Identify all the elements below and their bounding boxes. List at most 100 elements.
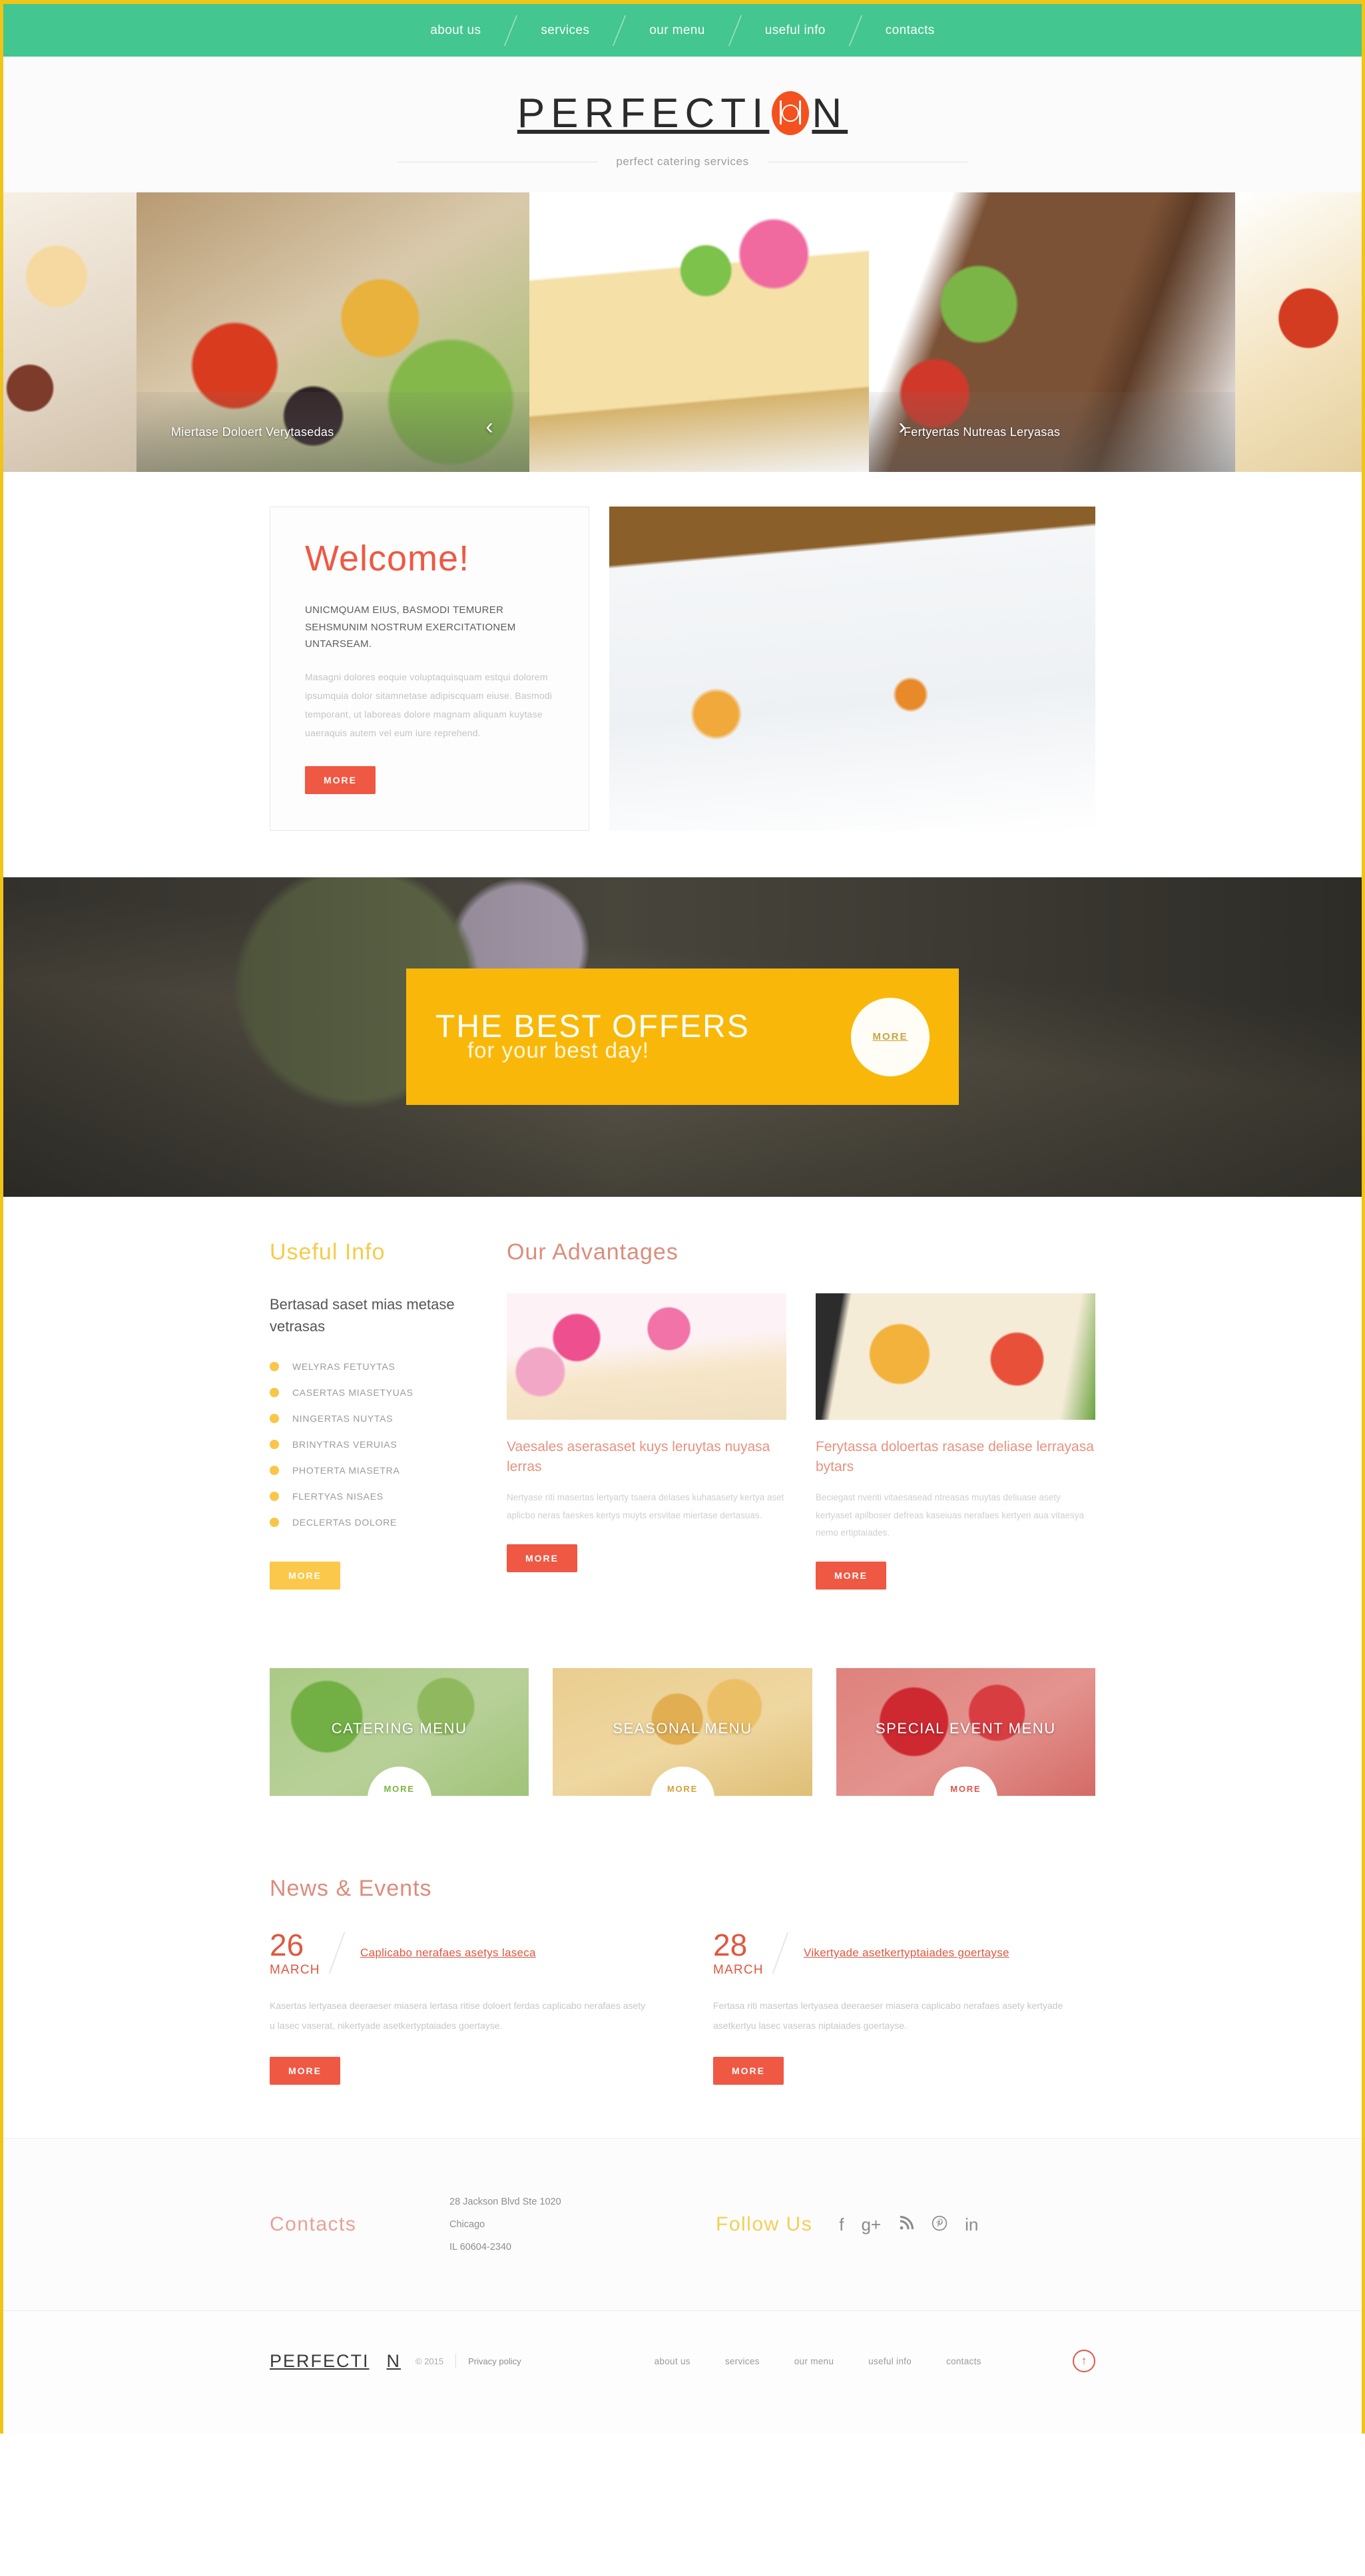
- tile-label: SEASONAL MENU: [613, 1720, 752, 1737]
- list-item-label: FLERTYAS NISAES: [292, 1490, 384, 1502]
- list-item[interactable]: BRINYTRAS VERUIAS: [270, 1439, 469, 1450]
- news-day: 26: [270, 1928, 304, 1963]
- footer-logo-text-after: N: [386, 2350, 402, 2371]
- advantage-title: Ferytassa doloertas rasase deliase lerra…: [816, 1438, 1094, 1474]
- facebook-icon[interactable]: f: [839, 2216, 844, 2233]
- octopus-dish-photo: [3, 192, 136, 472]
- news-more-button[interactable]: MORE: [713, 2057, 784, 2085]
- useful-info-subheading: Bertasad saset mias metase vetrasas: [270, 1295, 455, 1335]
- menu-tile-catering[interactable]: CATERING MENU MORE: [270, 1668, 529, 1797]
- useful-info-column: Useful Info Bertasad saset mias metase v…: [270, 1239, 469, 1590]
- pasta-photo: [1235, 192, 1362, 472]
- offers-callout: THE BEST OFFERS for your best day! MORE: [406, 968, 959, 1105]
- banquet-table-photo: [609, 507, 1095, 831]
- address-line-1: 28 Jackson Blvd Ste 1020: [449, 2197, 561, 2208]
- offers-more-button[interactable]: MORE: [851, 997, 930, 1076]
- offers-subtitle: for your best day!: [467, 1037, 649, 1062]
- pinterest-icon[interactable]: [932, 2215, 948, 2234]
- hero-slider[interactable]: Miertase Doloert Verytasedas ‹ Fertyerta…: [3, 192, 1362, 472]
- tagline-row: perfect catering services: [3, 155, 1362, 168]
- advantage-text: Beciegast nveriti vitaesasead ntreasas m…: [816, 1492, 1084, 1538]
- tile-label: CATERING MENU: [331, 1720, 467, 1737]
- list-item-label: BRINYTRAS VERUIAS: [292, 1438, 398, 1450]
- menu-tile-special-event[interactable]: SPECIAL EVENT MENU MORE: [836, 1668, 1095, 1797]
- list-item[interactable]: PHOTERTA MIASETRA: [270, 1465, 469, 1476]
- sushi-rolls-photo: [816, 1293, 1095, 1420]
- news-title[interactable]: Vikertyade asetkertyptaiades goertayse: [804, 1946, 1009, 1960]
- nav-item-services[interactable]: services: [511, 23, 619, 38]
- arrow-up-circle-icon[interactable]: ↑: [1073, 2350, 1095, 2373]
- news-events-section: News & Events 26 MARCH Caplicabo nerafae…: [270, 1796, 1095, 2138]
- bullet-dot-icon: [270, 1361, 279, 1371]
- rss-icon[interactable]: [898, 2215, 914, 2234]
- useful-info-heading: Useful Info: [270, 1239, 386, 1265]
- site-logo[interactable]: PERFECTI N: [517, 89, 848, 138]
- news-item: 28 MARCH Vikertyade asetkertyptaiades go…: [713, 1930, 1095, 2085]
- address-line-3: IL 60604-2340: [449, 2242, 511, 2253]
- footer-nav-contacts[interactable]: contacts: [946, 2356, 981, 2366]
- footer-divider: [455, 2354, 457, 2369]
- nav-item-our-menu[interactable]: our menu: [620, 23, 734, 38]
- footer-nav-about-us[interactable]: about us: [655, 2356, 690, 2366]
- cupcakes-with-flowers-photo: [507, 1293, 786, 1420]
- address-line-2: Chicago: [449, 2219, 485, 2231]
- list-item[interactable]: WELYRAS FETUYTAS: [270, 1361, 469, 1372]
- footer-logo[interactable]: PERFECTI N: [270, 2350, 401, 2372]
- news-day: 28: [713, 1928, 748, 1963]
- welcome-card: Welcome! UNICMQUAM EIUS, BASMODI TEMURER…: [270, 507, 589, 831]
- slide-caption-bar: Miertase Doloert Verytasedas: [136, 392, 529, 472]
- site-header: PERFECTI N perfect catering services: [3, 57, 1362, 192]
- bullet-dot-icon: [270, 1491, 279, 1501]
- advantages-heading: Our Advantages: [507, 1239, 679, 1265]
- footer-nav-services[interactable]: services: [725, 2356, 760, 2366]
- news-title[interactable]: Caplicabo nerafaes asetys laseca: [360, 1946, 536, 1960]
- address-block: 28 Jackson Blvd Ste 1020 Chicago IL 6060…: [449, 2191, 716, 2258]
- footer-nav-useful-info[interactable]: useful info: [868, 2356, 912, 2366]
- menu-tiles: CATERING MENU MORE SEASONAL MENU MORE SP…: [270, 1668, 1095, 1797]
- chevron-left-icon[interactable]: ‹: [476, 413, 503, 440]
- menu-tile-seasonal[interactable]: SEASONAL MENU MORE: [553, 1668, 812, 1797]
- slide-item[interactable]: [1235, 192, 1362, 472]
- logo-text-after: N: [812, 90, 848, 136]
- info-advantages-section: Useful Info Bertasad saset mias metase v…: [3, 1196, 1362, 2139]
- social-links: f g+ in: [839, 2215, 978, 2234]
- nav-item-about-us[interactable]: about us: [401, 23, 510, 38]
- google-plus-icon[interactable]: g+: [861, 2216, 881, 2233]
- advantage-more-button[interactable]: MORE: [507, 1544, 577, 1572]
- plate-fork-knife-icon: [770, 89, 810, 138]
- bullet-dot-icon: [270, 1517, 279, 1527]
- news-heading: News & Events: [270, 1876, 432, 1902]
- news-month: MARCH: [270, 1963, 320, 1978]
- linkedin-icon[interactable]: in: [965, 2216, 978, 2233]
- copyright-text: © 2015: [415, 2356, 444, 2366]
- news-more-button[interactable]: MORE: [270, 2057, 340, 2085]
- advantage-card: Vaesales aserasaset kuys leruytas nuyasa…: [507, 1293, 786, 1590]
- logo-text-before: PERFECTI: [517, 90, 770, 136]
- news-month: MARCH: [713, 1963, 764, 1978]
- useful-info-more-button[interactable]: MORE: [270, 1561, 340, 1590]
- privacy-policy-link[interactable]: Privacy policy: [468, 2356, 521, 2366]
- footer-nav-our-menu[interactable]: our menu: [794, 2356, 834, 2366]
- list-item[interactable]: CASERTAS MIASETYUAS: [270, 1387, 469, 1398]
- list-item[interactable]: FLERTYAS NISAES: [270, 1491, 469, 1502]
- slide-item[interactable]: [529, 192, 869, 472]
- tile-label: SPECIAL EVENT MENU: [875, 1720, 1056, 1737]
- best-offers-banner: THE BEST OFFERS for your best day! MORE: [3, 877, 1362, 1197]
- chevron-right-icon[interactable]: ›: [889, 413, 916, 440]
- advantages-column: Our Advantages Vaesales aserasaset kuys …: [507, 1239, 1095, 1590]
- list-item[interactable]: DECLERTAS DOLORE: [270, 1517, 469, 1528]
- advantage-card: Ferytassa doloertas rasase deliase lerra…: [816, 1293, 1095, 1590]
- slide-item[interactable]: Fertyertas Nutreas Leryasas ›: [869, 192, 1235, 472]
- slide-item[interactable]: Miertase Doloert Verytasedas ‹: [136, 192, 529, 472]
- bullet-dot-icon: [270, 1465, 279, 1475]
- slide-item[interactable]: [3, 192, 136, 472]
- nav-item-useful-info[interactable]: useful info: [736, 23, 855, 38]
- advantage-more-button[interactable]: MORE: [816, 1562, 886, 1590]
- welcome-lead-text: UNICMQUAM EIUS, BASMODI TEMURER SEHSMUNI…: [305, 604, 516, 650]
- news-date: 28 MARCH: [713, 1930, 777, 1976]
- list-item[interactable]: NINGERTAS NUYTAS: [270, 1413, 469, 1424]
- welcome-more-button[interactable]: MORE: [305, 765, 376, 794]
- welcome-heading: Welcome!: [305, 538, 470, 578]
- nav-item-contacts[interactable]: contacts: [856, 23, 964, 38]
- footer-contacts: Contacts 28 Jackson Blvd Ste 1020 Chicag…: [3, 2138, 1362, 2311]
